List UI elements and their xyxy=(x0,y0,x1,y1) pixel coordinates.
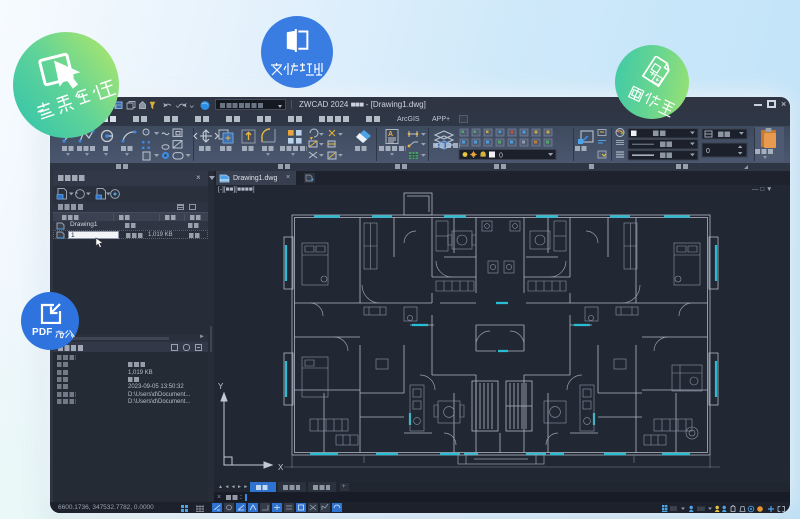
svg-text:Y: Y xyxy=(218,382,224,391)
svg-text:0: 0 xyxy=(499,153,503,160)
svg-text:X: X xyxy=(278,463,284,472)
svg-text:A: A xyxy=(388,131,393,138)
svg-text:0: 0 xyxy=(706,148,710,155)
